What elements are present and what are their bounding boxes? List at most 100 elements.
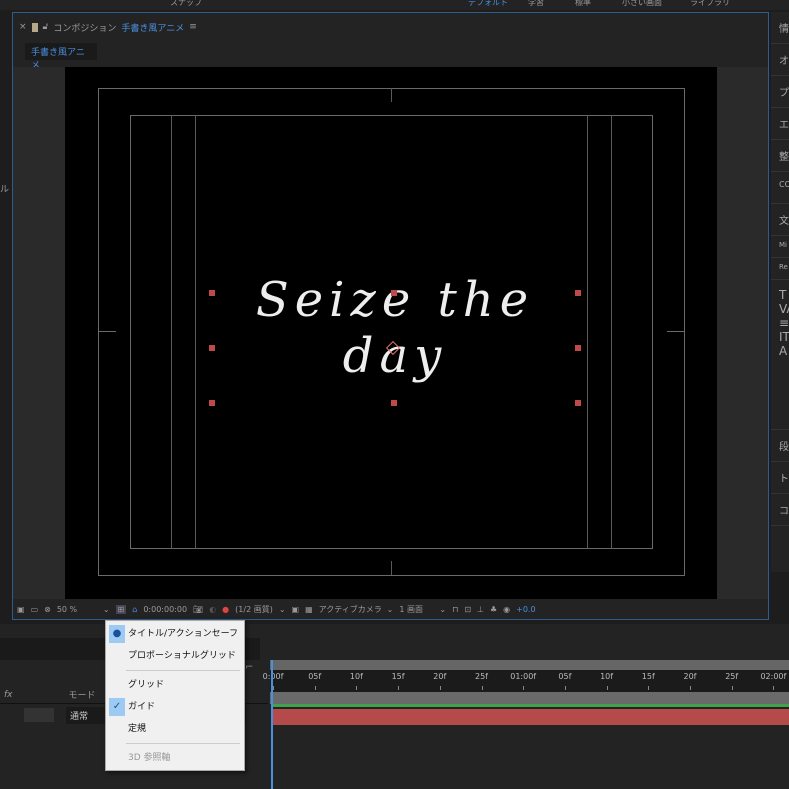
snap-label[interactable]: スナップ: [170, 0, 202, 8]
panel-info[interactable]: 情: [771, 12, 789, 44]
checkmark-icon: ✓: [109, 698, 125, 716]
composition-panel: × 🔓︎ コンポジション 手書き風アニメ ≡ 手書き風アニメ Seize the…: [12, 12, 769, 620]
ruler-tick: [690, 686, 691, 690]
work-area-indicator: [272, 704, 789, 707]
flowchart-icon[interactable]: ♣: [490, 605, 497, 614]
ruler-label: 10f: [600, 672, 614, 681]
center-mark: [391, 88, 392, 102]
workspace-library[interactable]: ライブラリ: [690, 0, 730, 8]
close-icon[interactable]: ×: [19, 22, 27, 32]
chevron-down-icon[interactable]: ⌄: [103, 605, 110, 614]
viewer-toolbar: ▣ ▭ ⊗ 50 % ⌄ ⊞ ⌂ 0:00:00:00 📷︎ ◐ ● (1/2 …: [13, 599, 768, 619]
transform-handle[interactable]: [209, 400, 215, 406]
fast-previews-icon[interactable]: ⊡: [464, 605, 471, 614]
ruler-label: 01:00f: [510, 672, 537, 681]
chevron-down-icon[interactable]: ⌄: [387, 605, 394, 614]
mask-path-icon[interactable]: ⌂: [132, 605, 137, 614]
menu-separator: [126, 670, 240, 671]
workspace-default[interactable]: デフォルト: [468, 0, 508, 8]
time-ruler[interactable]: 0:00f 05f 10f 15f 20f 25f 01:00f 05f 10f 15f 20f 25…: [263, 670, 789, 692]
chevron-down-icon[interactable]: ⌄: [279, 605, 286, 614]
transform-handle[interactable]: [209, 290, 215, 296]
graph-editor-icon[interactable]: ⌐: [245, 662, 253, 673]
timeline-icon[interactable]: ⊥: [477, 605, 484, 614]
ruler-tick: [606, 686, 608, 690]
layer-switches[interactable]: [24, 708, 54, 722]
workspace-standard[interactable]: 標準: [575, 0, 591, 8]
show-snapshot-icon[interactable]: ◐: [209, 605, 216, 614]
channel-icon[interactable]: ●: [222, 605, 229, 614]
menu-item-grid[interactable]: グリッド: [106, 674, 244, 696]
panel-tracker[interactable]: ト: [771, 462, 789, 494]
zoom-select[interactable]: 50 %: [57, 605, 97, 614]
mask-icon[interactable]: ⊗: [44, 605, 51, 614]
panel-preview[interactable]: プ: [771, 76, 789, 108]
tab-prefix: コンポジション: [53, 23, 117, 34]
current-time-indicator[interactable]: [271, 660, 273, 789]
panel-cc-libraries[interactable]: CC: [771, 172, 789, 204]
panel-tab[interactable]: × 🔓︎ コンポジション 手書き風アニメ ≡: [19, 19, 197, 35]
comp-breadcrumb[interactable]: 手書き風アニメ: [25, 43, 97, 71]
panel-audio[interactable]: オ: [771, 44, 789, 76]
views-select[interactable]: 1 画面: [399, 604, 433, 615]
guide-line: [611, 115, 612, 549]
transform-handle[interactable]: [575, 345, 581, 351]
panel-content[interactable]: コ: [771, 494, 789, 526]
grid-guide-icon[interactable]: ⊞: [115, 604, 127, 614]
panel-effects[interactable]: エ: [771, 108, 789, 140]
switches-icon: fx: [4, 689, 13, 700]
layer-duration-bar[interactable]: [272, 709, 789, 725]
ruler-tick: [356, 686, 358, 690]
ruler-tick: [398, 686, 400, 690]
ruler-label: 0:00f: [262, 672, 284, 681]
resolution-select[interactable]: (1/2 画質): [235, 604, 273, 615]
workspace-small[interactable]: 小さい画面: [622, 0, 662, 8]
panel-paragraph[interactable]: 段: [771, 430, 789, 462]
region-of-interest-icon[interactable]: ▣: [292, 605, 300, 614]
comp-name: 手書き風アニメ: [121, 23, 185, 34]
camera-snapshot-icon[interactable]: 📷︎: [193, 605, 203, 614]
text-layer[interactable]: Seize the day: [205, 272, 585, 384]
transform-handle[interactable]: [575, 400, 581, 406]
character-controls[interactable]: TVA≡ITA: [771, 280, 789, 430]
ruler-label: 25f: [475, 672, 488, 681]
panel-menu-icon[interactable]: ≡: [189, 22, 197, 32]
transform-handle[interactable]: [391, 400, 397, 406]
transform-handle[interactable]: [209, 345, 215, 351]
exposure-value[interactable]: +0.0: [516, 605, 535, 614]
font-family-select[interactable]: Mi: [771, 236, 789, 258]
center-mark: [391, 561, 392, 575]
chevron-down-icon[interactable]: ⌄: [439, 605, 446, 614]
ruler-label: 10f: [349, 672, 363, 681]
transform-handle[interactable]: [575, 290, 581, 296]
ruler-tick: [439, 686, 441, 690]
monitor-icon[interactable]: ▭: [31, 605, 39, 614]
font-style-select[interactable]: Re: [771, 258, 789, 280]
toggle-pixel-aspect-icon[interactable]: ⊓: [452, 605, 458, 614]
right-panel: 情 オ プ エ 整 CC 文 Mi Re TVA≡ITA 段 ト コ: [771, 12, 789, 572]
center-mark: [667, 331, 685, 332]
color-label-icon: [31, 22, 38, 32]
menu-item-proportional-grid[interactable]: プロポーショナルグリッド: [106, 645, 244, 667]
camera-select[interactable]: アクティブカメラ: [319, 604, 382, 615]
reset-exposure-icon[interactable]: ◉: [503, 605, 510, 614]
transform-handle[interactable]: [391, 290, 397, 296]
timecode[interactable]: 0:00:00:00: [143, 605, 187, 614]
ruler-tick: [648, 686, 650, 690]
composition-viewer[interactable]: Seize the day: [13, 67, 768, 599]
menu-item-guides[interactable]: ✓ ガイド: [106, 696, 244, 718]
guide-line: [171, 115, 172, 549]
menu-item-rulers[interactable]: 定規: [106, 718, 244, 740]
center-mark: [98, 331, 116, 332]
always-preview-icon[interactable]: ▣: [17, 605, 25, 614]
transparency-grid-icon[interactable]: ▦: [305, 605, 313, 614]
panel-align[interactable]: 整: [771, 140, 789, 172]
work-area-bar[interactable]: [270, 660, 789, 670]
lock-icon[interactable]: 🔓︎: [43, 22, 49, 32]
ruler-label: 05f: [308, 672, 322, 681]
workspace-learn[interactable]: 学習: [528, 0, 544, 8]
panel-character[interactable]: 文: [771, 204, 789, 236]
ruler-tick: [523, 686, 525, 690]
composition-canvas[interactable]: Seize the day: [65, 67, 717, 599]
menu-item-title-action-safe[interactable]: ● タイトル/アクションセーフ: [106, 623, 244, 645]
